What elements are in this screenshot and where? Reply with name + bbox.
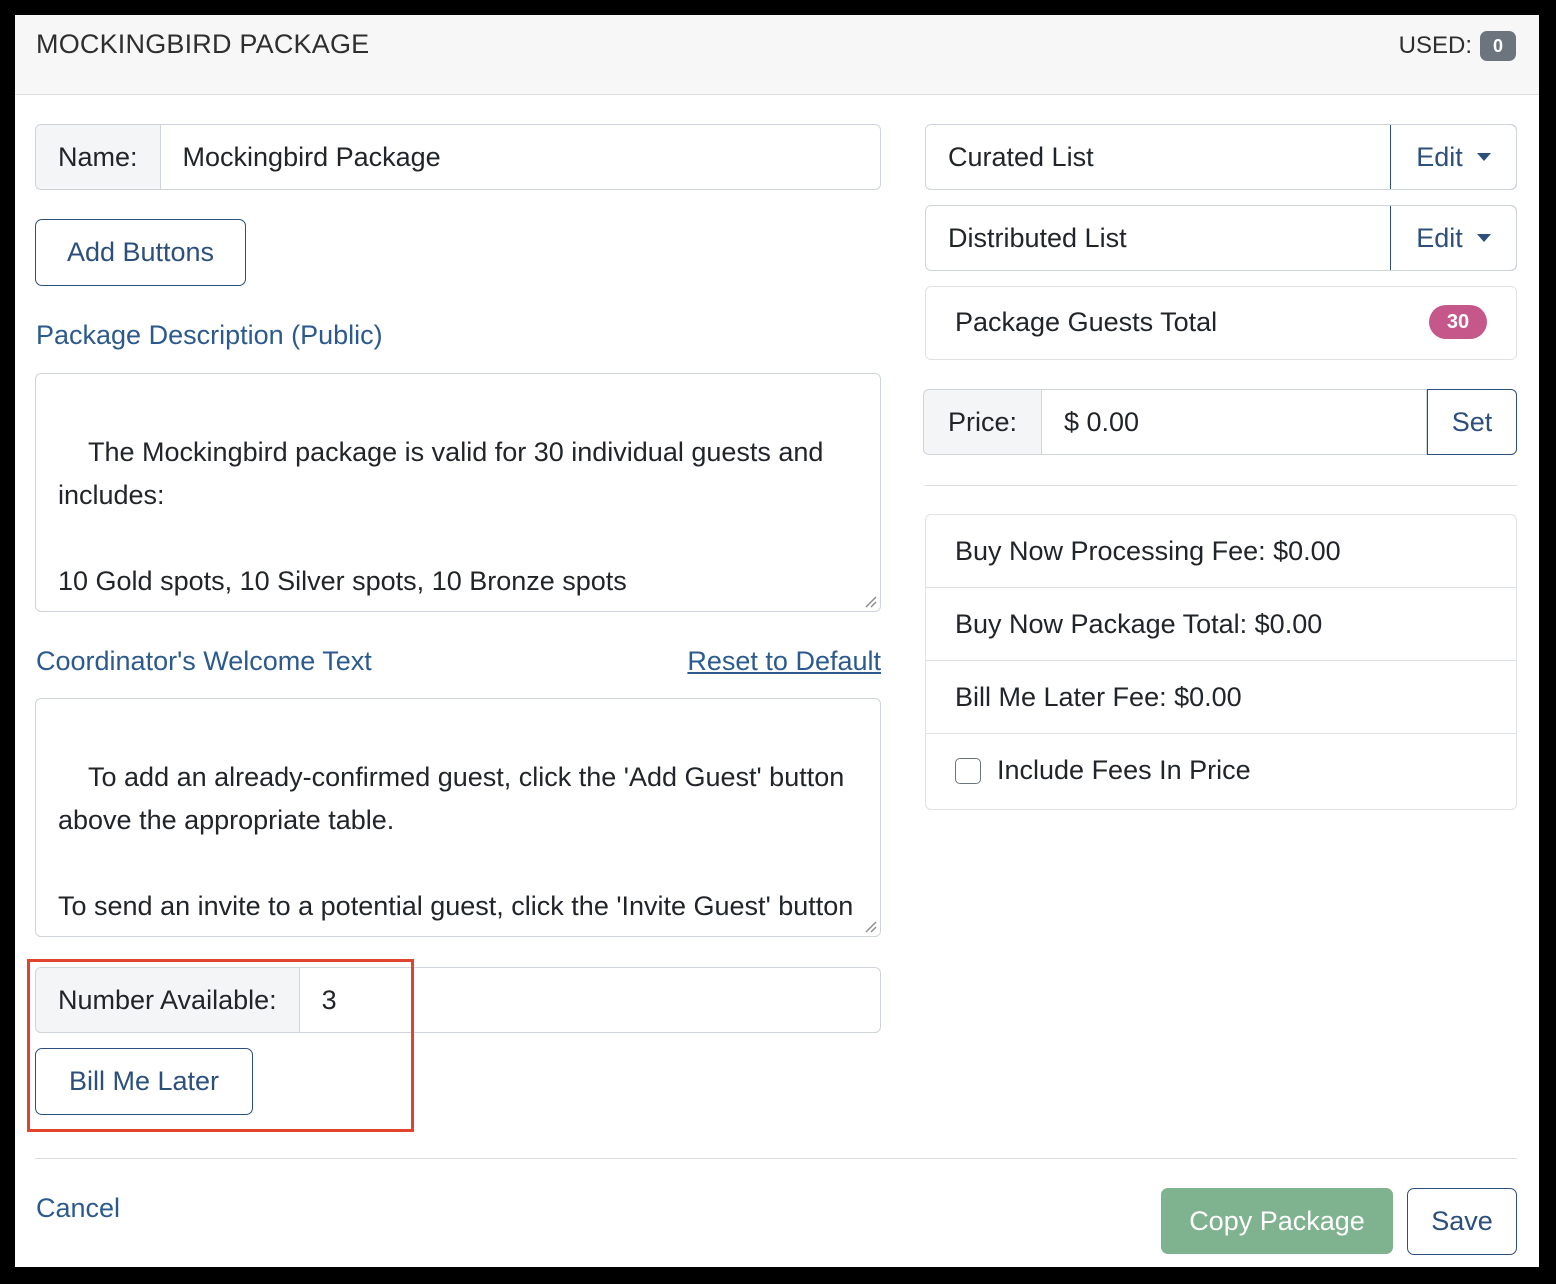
include-fees-label: Include Fees In Price: [997, 755, 1251, 785]
modal-title: MOCKINGBIRD PACKAGE: [36, 29, 370, 59]
bill-later-fee-text: Bill Me Later Fee: $0.00: [955, 681, 1242, 712]
used-count-badge: 0: [1480, 31, 1516, 61]
price-label: Price:: [923, 389, 1041, 455]
package-total-item: Buy Now Package Total: $0.00: [926, 588, 1516, 661]
caret-down-icon: [1476, 153, 1491, 161]
curated-list-row: Curated List Edit: [925, 124, 1517, 190]
used-label: USED:: [1398, 32, 1472, 59]
footer-divider: [35, 1158, 1517, 1159]
include-fees-checkbox[interactable]: [955, 757, 981, 784]
distributed-list-label: Distributed List: [948, 222, 1127, 253]
bill-later-fee-item: Bill Me Later Fee: $0.00: [926, 661, 1516, 734]
number-available-input[interactable]: 3: [300, 968, 880, 1032]
resize-grip-icon[interactable]: [863, 594, 877, 608]
save-button[interactable]: Save: [1407, 1188, 1517, 1255]
name-input[interactable]: Mockingbird Package: [161, 125, 880, 189]
package-guests-total-label: Package Guests Total: [955, 307, 1218, 337]
package-guests-total-row: Package Guests Total 30: [925, 286, 1517, 360]
guests-count-badge: 30: [1429, 305, 1487, 339]
curated-edit-label: Edit: [1416, 141, 1463, 172]
divider: [925, 485, 1517, 486]
number-available-label: Number Available:: [36, 968, 300, 1032]
package-modal: MOCKINGBIRD PACKAGE USED: 0 Name: Mockin…: [15, 15, 1539, 1267]
caret-down-icon: [1476, 234, 1491, 242]
package-description-text: The Mockingbird package is valid for 30 …: [58, 437, 824, 596]
package-description-textarea[interactable]: The Mockingbird package is valid for 30 …: [35, 373, 881, 612]
number-available-group: Number Available: 3: [35, 967, 881, 1033]
distributed-edit-label: Edit: [1416, 222, 1463, 253]
name-input-group: Name: Mockingbird Package: [35, 124, 881, 190]
add-buttons-button[interactable]: Add Buttons: [35, 219, 246, 286]
welcome-text: To add an already-confirmed guest, click…: [58, 762, 854, 936]
used-indicator: USED: 0: [1399, 31, 1516, 61]
curated-list-edit-dropdown[interactable]: Edit: [1390, 125, 1516, 189]
price-input-group: Price: $ 0.00 Set: [923, 389, 1517, 455]
welcome-text-textarea[interactable]: To add an already-confirmed guest, click…: [35, 698, 881, 937]
fees-list: Buy Now Processing Fee: $0.00 Buy Now Pa…: [925, 514, 1517, 810]
cancel-link[interactable]: Cancel: [36, 1193, 120, 1224]
processing-fee-text: Buy Now Processing Fee: $0.00: [955, 535, 1341, 566]
welcome-text-label: Coordinator's Welcome Text: [36, 646, 372, 676]
curated-list-label: Curated List: [948, 141, 1094, 172]
resize-grip-icon[interactable]: [863, 919, 877, 933]
price-input[interactable]: $ 0.00: [1041, 389, 1427, 455]
package-total-text: Buy Now Package Total: $0.00: [955, 608, 1323, 639]
distributed-list-edit-dropdown[interactable]: Edit: [1390, 206, 1516, 270]
bill-me-later-button[interactable]: Bill Me Later: [35, 1048, 253, 1115]
include-fees-item[interactable]: Include Fees In Price: [926, 734, 1516, 807]
reset-to-default-link[interactable]: Reset to Default: [687, 646, 881, 677]
copy-package-button[interactable]: Copy Package: [1161, 1188, 1393, 1254]
name-label: Name:: [36, 125, 161, 189]
package-description-label: Package Description (Public): [36, 320, 383, 350]
set-price-button[interactable]: Set: [1427, 389, 1517, 455]
modal-header: MOCKINGBIRD PACKAGE USED: 0: [15, 15, 1539, 95]
processing-fee-item: Buy Now Processing Fee: $0.00: [926, 515, 1516, 588]
distributed-list-row: Distributed List Edit: [925, 205, 1517, 271]
